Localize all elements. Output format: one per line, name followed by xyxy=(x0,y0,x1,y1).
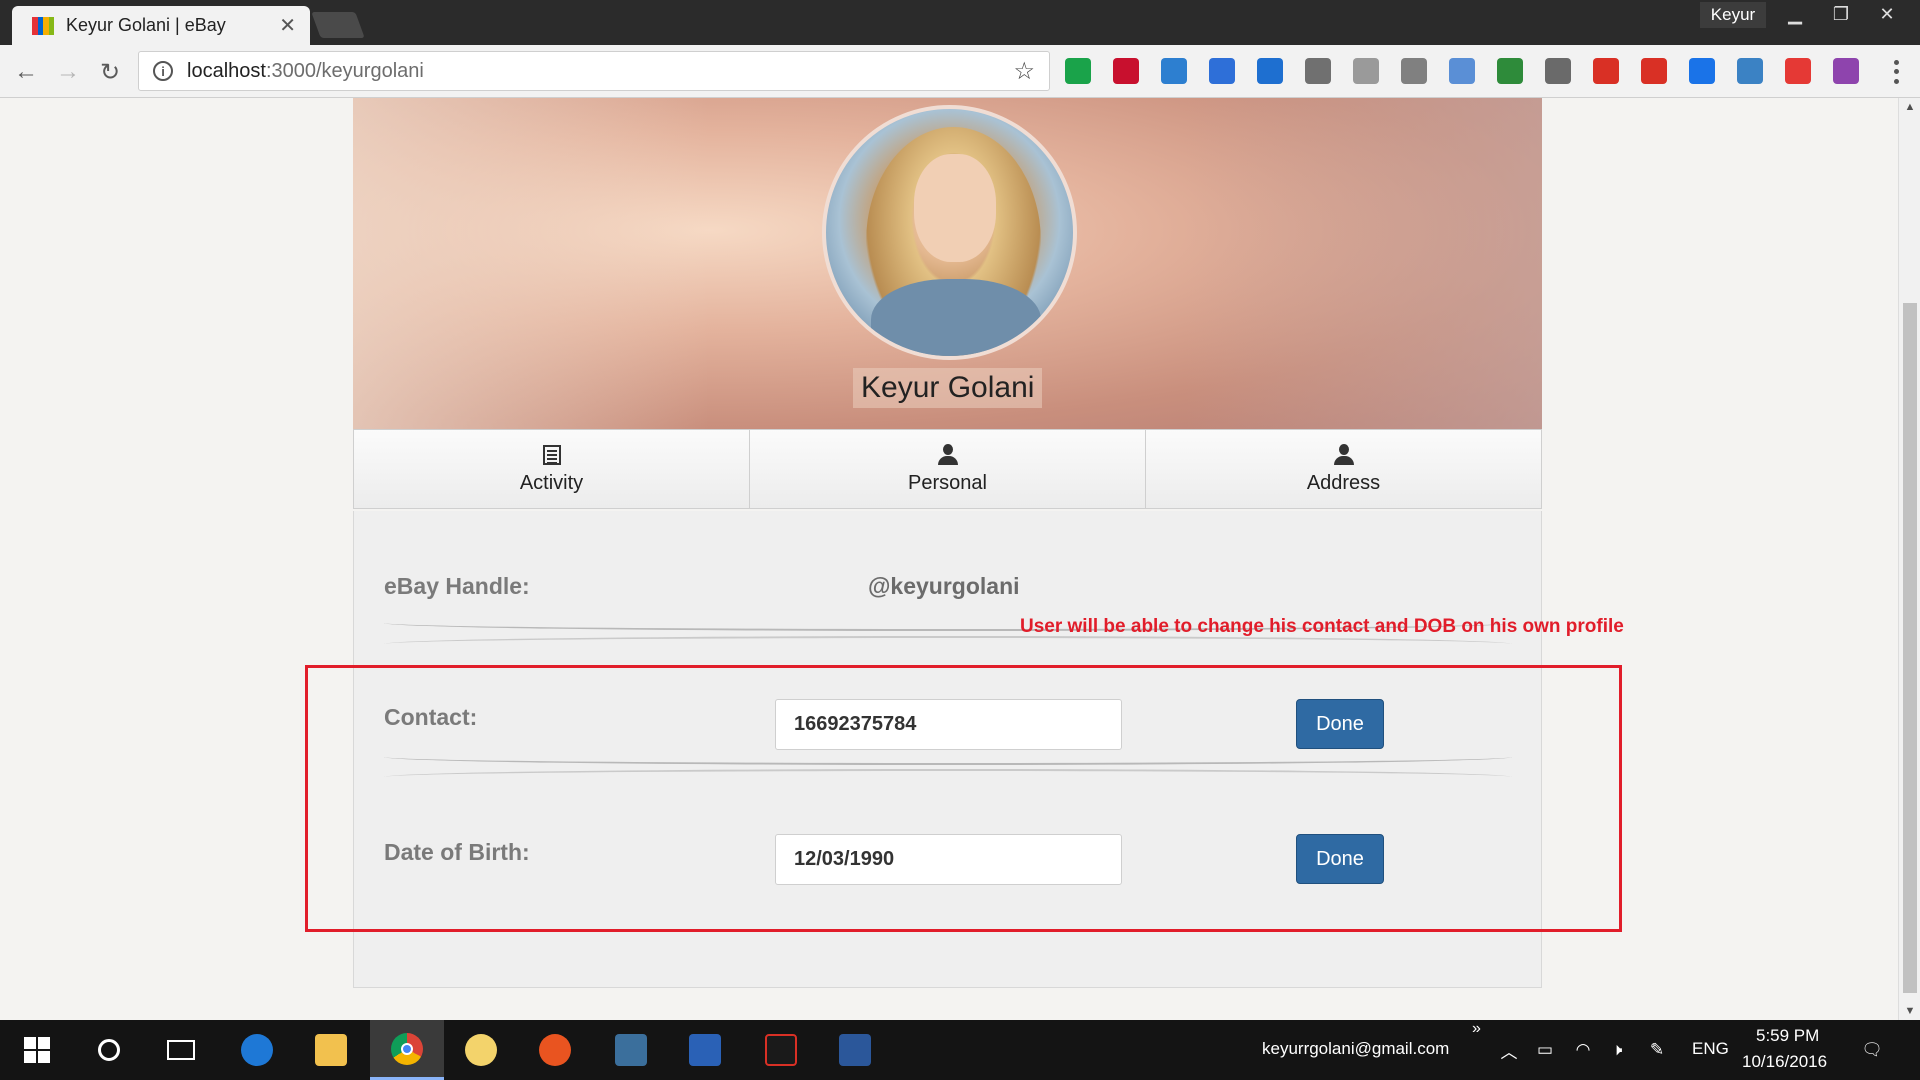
task-view-icon[interactable] xyxy=(144,1020,218,1080)
tab-personal[interactable]: Personal xyxy=(750,429,1146,509)
cube-icon[interactable] xyxy=(1209,58,1235,84)
annotation-note: User will be able to change his contact … xyxy=(1020,616,1624,637)
shield-icon[interactable] xyxy=(1545,58,1571,84)
window-icon[interactable] xyxy=(1449,58,1475,84)
word-icon[interactable] xyxy=(818,1020,892,1080)
pen-icon[interactable] xyxy=(1305,58,1331,84)
ubuntu-icon[interactable] xyxy=(518,1020,592,1080)
browser-tab[interactable]: Keyur Golani | eBay ✕ xyxy=(12,6,310,45)
angular-shield-icon[interactable] xyxy=(1353,58,1379,84)
bookmark-star-icon[interactable]: ☆ xyxy=(1013,57,1035,86)
megaphone-icon[interactable] xyxy=(1257,58,1283,84)
new-tab-button[interactable] xyxy=(311,12,365,38)
edge-icon[interactable] xyxy=(220,1020,294,1080)
profile-button[interactable]: Keyur xyxy=(1700,2,1766,28)
user-icon xyxy=(1333,443,1355,467)
volume-muted-icon[interactable]: 🕨 xyxy=(1606,1040,1628,1060)
red-puzzle-icon[interactable] xyxy=(1785,58,1811,84)
adblock-icon[interactable] xyxy=(1641,58,1667,84)
title-bar: Keyur Golani | eBay ✕ Keyur ▁ ❐ ✕ xyxy=(0,0,1920,45)
profile-cover: Keyur Golani xyxy=(353,98,1542,429)
a-icon[interactable] xyxy=(1401,58,1427,84)
acrobat-taskbar-icon[interactable] xyxy=(744,1020,818,1080)
scroll-up-icon[interactable]: ▲ xyxy=(1899,98,1920,116)
tab-address[interactable]: Address xyxy=(1146,429,1542,509)
pen-workspace-icon[interactable]: ✎ xyxy=(1646,1040,1668,1060)
ext-badge-icon[interactable] xyxy=(1065,58,1091,84)
show-hidden-icons-icon[interactable]: ︿ xyxy=(1498,1040,1520,1062)
scroll-down-icon[interactable]: ▼ xyxy=(1899,1002,1920,1020)
tab-title: Keyur Golani | eBay xyxy=(66,15,226,35)
handle-label: eBay Handle: xyxy=(384,573,530,599)
profile-name: Keyur Golani xyxy=(853,368,1043,408)
site-info-icon[interactable]: i xyxy=(153,61,173,81)
handle-value: @keyurgolani xyxy=(868,573,1020,599)
wifi-icon[interactable]: ◠ xyxy=(1572,1040,1594,1060)
blue-window-icon[interactable] xyxy=(1689,58,1715,84)
cortana-icon[interactable] xyxy=(72,1020,146,1080)
browser-toolbar: ← → ↻ i localhost :3000/keyurgolani ☆ xyxy=(0,45,1920,98)
ebay-favicon-icon xyxy=(32,16,54,35)
toggle-icon[interactable] xyxy=(1737,58,1763,84)
list-icon xyxy=(542,443,561,467)
clock-time[interactable]: 5:59 PM xyxy=(1756,1026,1819,1046)
mysql-workbench-icon[interactable] xyxy=(594,1020,668,1080)
browser-menu-icon[interactable] xyxy=(1886,58,1906,86)
reload-icon[interactable]: ↻ xyxy=(94,56,126,88)
paint-icon[interactable] xyxy=(444,1020,518,1080)
battery-icon[interactable]: ▭ xyxy=(1534,1040,1556,1060)
tab-activity[interactable]: Activity xyxy=(353,429,750,509)
stack-icon[interactable] xyxy=(1161,58,1187,84)
scroll-thumb[interactable] xyxy=(1903,303,1917,993)
address-bar[interactable]: i localhost :3000/keyurgolani ☆ xyxy=(138,51,1050,91)
user-email: keyurrgolani@gmail.com xyxy=(1262,1039,1450,1058)
more-icons-chevron-icon[interactable]: » xyxy=(1472,1020,1481,1038)
file-explorer-icon[interactable] xyxy=(294,1020,368,1080)
close-tab-icon[interactable]: ✕ xyxy=(279,13,296,38)
action-center-icon[interactable]: 🗨 xyxy=(1858,1040,1886,1060)
back-icon[interactable]: ← xyxy=(10,56,42,88)
forward-icon[interactable]: → xyxy=(52,56,84,88)
close-window-icon[interactable]: ✕ xyxy=(1864,0,1910,28)
chrome-icon[interactable] xyxy=(370,1020,444,1080)
powershell-icon[interactable] xyxy=(668,1020,742,1080)
url-path: :3000/keyurgolani xyxy=(265,59,424,82)
profile-tabs: Activity Personal Address xyxy=(353,429,1542,509)
acrobat-icon[interactable] xyxy=(1113,58,1139,84)
avatar xyxy=(822,105,1077,360)
url-host: localhost xyxy=(187,59,266,82)
language-indicator[interactable]: ENG xyxy=(1692,1039,1729,1059)
taskbar: keyurrgolani@gmail.com » ︿ ▭ ◠ 🕨 ✎ ENG 5… xyxy=(0,1020,1920,1080)
user-icon xyxy=(937,443,959,467)
color-wheel-icon[interactable] xyxy=(1833,58,1859,84)
red-book-icon[interactable] xyxy=(1593,58,1619,84)
start-button[interactable] xyxy=(0,1020,74,1080)
annotation-highlight-box xyxy=(305,665,1622,932)
clock-date[interactable]: 10/16/2016 xyxy=(1742,1052,1827,1072)
bw-icon[interactable] xyxy=(1497,58,1523,84)
minimize-icon[interactable]: ▁ xyxy=(1772,0,1818,28)
page-scrollbar[interactable]: ▲ ▼ xyxy=(1898,98,1920,1020)
restore-icon[interactable]: ❐ xyxy=(1818,0,1864,28)
page-content: Keyur Golani Activity Personal Address e… xyxy=(0,98,1898,1020)
